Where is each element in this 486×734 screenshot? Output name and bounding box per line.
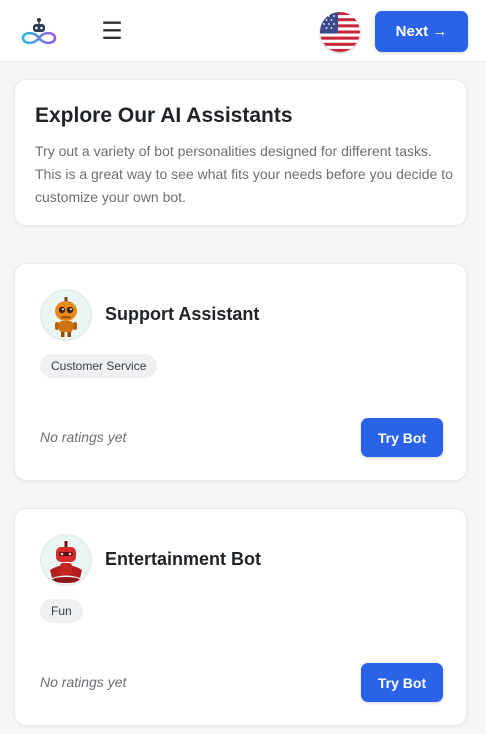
red-robot-avatar-icon (40, 534, 92, 586)
next-button[interactable]: Next → (375, 11, 468, 52)
category-tag: Customer Service (40, 354, 158, 378)
top-navigation-bar: ☰ Next → (0, 0, 486, 62)
bot-card-support-assistant: Support Assistant Customer Service No ra… (14, 263, 467, 481)
try-bot-button[interactable]: Try Bot (361, 663, 443, 702)
category-tag: Fun (40, 599, 83, 623)
app-logo-icon[interactable] (20, 17, 58, 47)
orange-robot-avatar-icon (40, 289, 92, 341)
rating-text: No ratings yet (40, 674, 127, 690)
try-bot-button[interactable]: Try Bot (361, 418, 443, 457)
intro-card: Explore Our AI Assistants Try out a vari… (14, 79, 467, 226)
bot-name: Support Assistant (105, 304, 260, 324)
page-title: Explore Our AI Assistants (35, 104, 293, 127)
rating-text: No ratings yet (40, 429, 127, 445)
hamburger-menu-icon[interactable]: ☰ (100, 19, 124, 44)
us-flag-icon[interactable] (320, 12, 360, 52)
bot-name: Entertainment Bot (105, 549, 262, 569)
bot-card-entertainment-bot: Entertainment Bot Fun No ratings yet Try… (14, 508, 467, 726)
intro-description: Try out a variety of bot personalities d… (35, 143, 453, 205)
